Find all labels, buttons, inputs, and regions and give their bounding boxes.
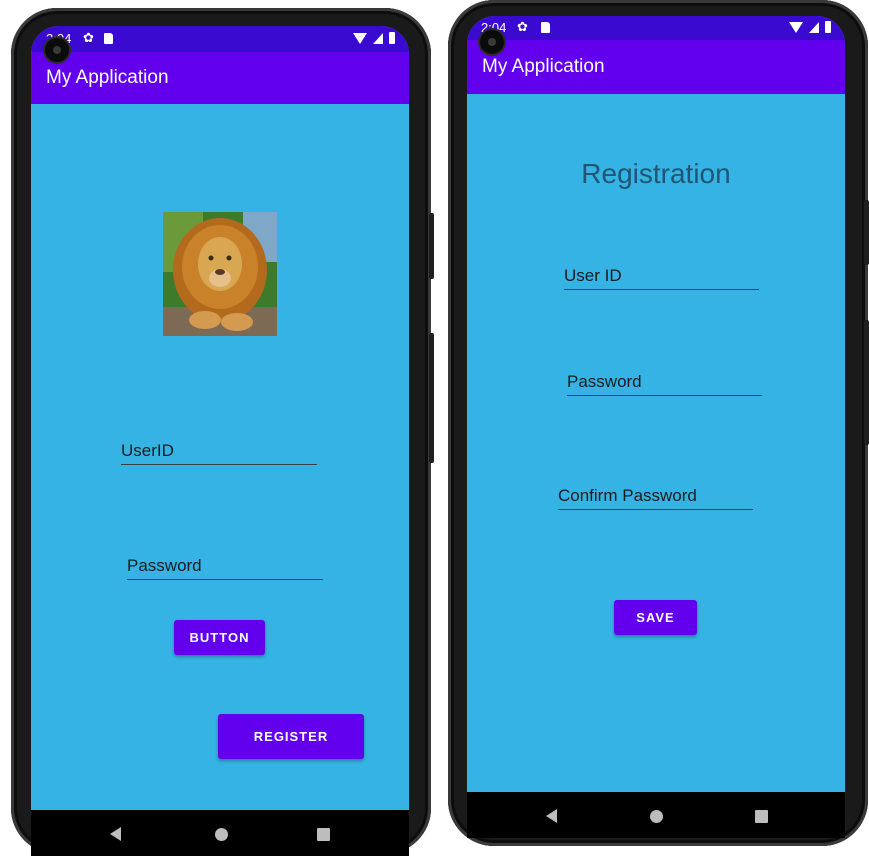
lion-image [163, 212, 277, 336]
recents-icon[interactable] [749, 806, 773, 826]
power-button-left-phone [429, 333, 434, 463]
nav-bar [31, 810, 409, 856]
status-bar: 2:04 ✿ [31, 26, 409, 52]
userid-field-text: UserID [121, 441, 174, 460]
nav-bar [467, 792, 845, 838]
recents-icon[interactable] [311, 824, 335, 844]
password-field-text: Password [567, 372, 642, 391]
signal-icon [373, 32, 383, 44]
sd-card-icon [541, 22, 550, 33]
volume-button-left-phone [429, 213, 434, 279]
password-field-text: Password [127, 556, 202, 575]
status-bar: 2:04 ✿ [467, 16, 845, 40]
app-title: My Application [482, 56, 605, 77]
gear-icon: ✿ [517, 19, 528, 34]
button[interactable]: BUTTON [174, 620, 265, 655]
volume-button-right-phone [864, 200, 869, 265]
registration-heading: Registration [581, 158, 731, 189]
front-camera-right [480, 30, 504, 54]
signal-icon [809, 21, 819, 33]
app-bar: My Application [467, 40, 845, 94]
phone-frame-right: 2:04 ✿ My Application Registration User … [448, 0, 869, 846]
phone-frame-left: 2:04 ✿ My Application [11, 8, 434, 856]
lion-photo-icon [163, 212, 277, 336]
screen-left: 2:04 ✿ My Application [31, 26, 409, 856]
back-icon[interactable] [539, 806, 563, 826]
register-button[interactable]: REGISTER [218, 714, 364, 759]
wifi-icon [353, 32, 367, 44]
home-icon[interactable] [644, 806, 668, 826]
power-button-right-phone [864, 320, 869, 445]
confirm-password-field[interactable]: Confirm Password [558, 481, 753, 510]
sd-card-icon [104, 33, 113, 44]
screen-right: 2:04 ✿ My Application Registration User … [467, 16, 845, 838]
wifi-icon [789, 21, 803, 33]
back-icon[interactable] [103, 824, 127, 844]
gear-icon: ✿ [83, 30, 94, 45]
app-bar: My Application [31, 52, 409, 104]
battery-icon [825, 21, 831, 33]
user-id-field-text: User ID [564, 266, 622, 285]
userid-field[interactable]: UserID [121, 436, 317, 465]
front-camera-left [45, 38, 69, 62]
home-icon[interactable] [209, 824, 233, 844]
battery-icon [389, 32, 395, 44]
app-title: My Application [46, 67, 169, 88]
password-field[interactable]: Password [127, 551, 323, 580]
save-button[interactable]: SAVE [614, 600, 697, 635]
password-field[interactable]: Password [567, 367, 762, 396]
confirm-password-field-text: Confirm Password [558, 486, 697, 505]
user-id-field[interactable]: User ID [564, 261, 759, 290]
